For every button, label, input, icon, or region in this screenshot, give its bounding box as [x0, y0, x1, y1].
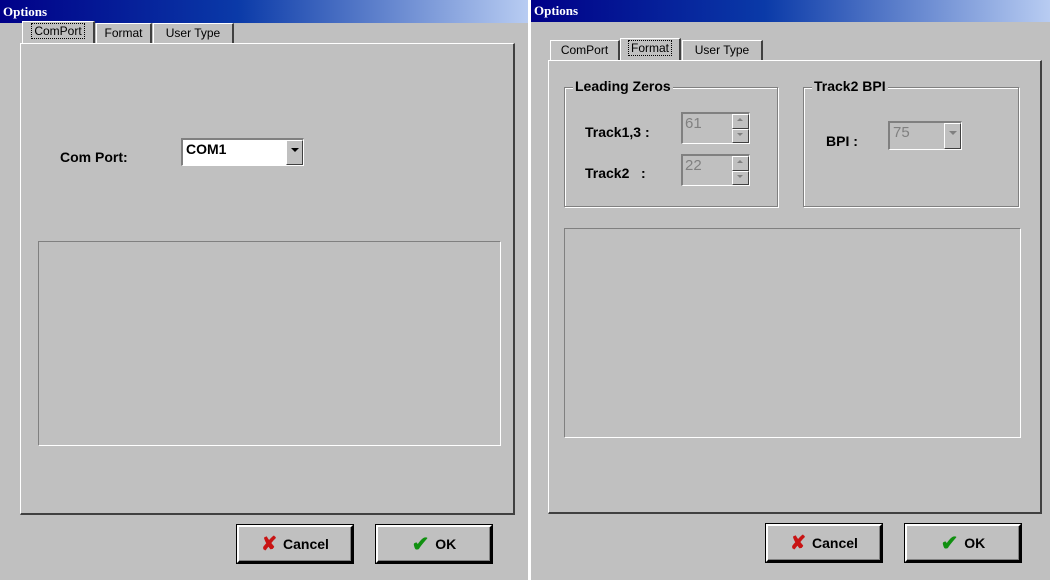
leading-zeros-group: Leading Zeros Track1,3 : 61 Track2 : 22	[564, 78, 778, 207]
chevron-down-icon[interactable]	[286, 140, 303, 165]
bpi-value: 75	[893, 124, 910, 141]
cancel-button[interactable]: ✘ Cancel	[236, 524, 354, 564]
spin-up-icon[interactable]	[732, 114, 749, 129]
red-x-icon: ✘	[261, 533, 277, 555]
tab-user-type[interactable]: User Type	[153, 23, 234, 43]
track2-label: Track2 :	[585, 165, 646, 181]
window-title: Options	[534, 3, 579, 18]
green-check-icon: ✔	[940, 531, 959, 555]
info-area	[564, 228, 1021, 438]
track2-value: 22	[685, 157, 702, 174]
title-bar[interactable]: Options	[531, 0, 1050, 22]
spin-down-icon[interactable]	[732, 170, 749, 185]
ok-button[interactable]: ✔ OK	[375, 524, 493, 564]
tab-panel: Leading Zeros Track1,3 : 61 Track2 : 22 …	[548, 60, 1042, 514]
com-port-label: Com Port:	[60, 149, 128, 165]
cancel-button[interactable]: ✘ Cancel	[765, 523, 883, 563]
title-bar[interactable]: Options	[0, 0, 528, 23]
tab-user-type[interactable]: User Type	[682, 40, 763, 60]
track2-spinner[interactable]: 22	[681, 154, 750, 186]
info-area	[38, 241, 501, 446]
bpi-label: BPI :	[826, 133, 858, 149]
options-dialog-format: Options ComPort Format User Type Leading…	[531, 0, 1050, 580]
spin-down-icon[interactable]	[732, 128, 749, 143]
leading-zeros-title: Leading Zeros	[573, 78, 673, 94]
spin-up-icon[interactable]	[732, 156, 749, 171]
com-port-select[interactable]: COM1	[181, 138, 304, 166]
window-title: Options	[3, 4, 48, 19]
track13-spinner[interactable]: 61	[681, 112, 750, 144]
tab-panel: Com Port: COM1	[20, 43, 515, 515]
track13-value: 61	[685, 115, 702, 132]
tab-format[interactable]: Format	[96, 23, 152, 43]
options-dialog-comport: Options ComPort Format User Type Com Por…	[0, 0, 528, 580]
green-check-icon: ✔	[411, 532, 430, 556]
tab-comport[interactable]: ComPort	[22, 21, 95, 43]
track2-bpi-title: Track2 BPI	[812, 78, 888, 94]
tab-comport[interactable]: ComPort	[550, 40, 620, 60]
com-port-value: COM1	[186, 141, 227, 157]
bpi-select[interactable]: 75	[888, 121, 962, 150]
track2-bpi-group: Track2 BPI BPI : 75	[803, 78, 1019, 207]
ok-button[interactable]: ✔ OK	[904, 523, 1022, 563]
chevron-down-icon[interactable]	[944, 123, 961, 149]
red-x-icon: ✘	[790, 532, 806, 554]
tab-format[interactable]: Format	[620, 38, 681, 60]
track13-label: Track1,3 :	[585, 124, 650, 140]
